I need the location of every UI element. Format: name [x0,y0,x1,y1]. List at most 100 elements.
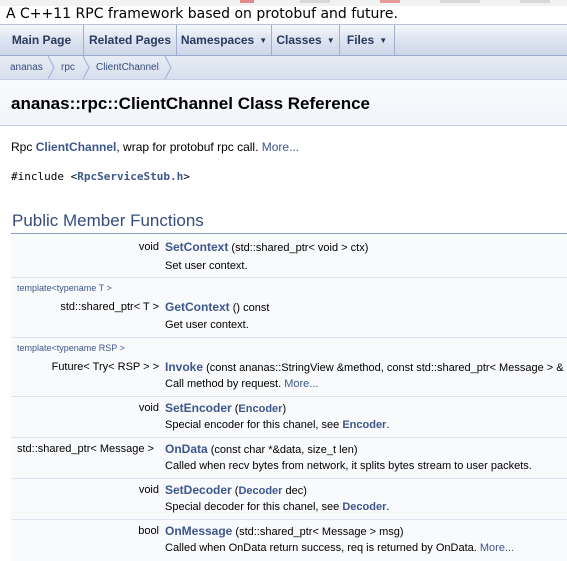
member-signature: SetEncoder (Encoder) [165,401,286,415]
return-type: void [138,241,159,253]
member-desc: Get user context. [165,319,249,331]
member-table: void SetContext (std::shared_ptr< void >… [11,234,567,561]
chevron-down-icon: ▼ [259,35,268,45]
nav-main-page[interactable]: Main Page [0,25,84,55]
member-signature: GetContext () const [165,300,269,314]
nav-label: Files [346,33,375,47]
member-row: template<typename RSP > Future< Try< RSP… [11,338,567,397]
desc-type-link[interactable]: Encoder [342,419,386,431]
desc-text: Special encoder for this chanel, see [165,419,343,431]
member-args: (const ananas::StringView &method, const… [203,362,564,374]
class-link[interactable]: ClientChannel [36,140,117,154]
return-type: bool [138,525,159,537]
include-suffix: > [183,170,190,183]
breadcrumb-item-rpc[interactable]: rpc [61,56,75,79]
class-brief: Rpc ClientChannel, wrap for protobuf rpc… [11,140,299,154]
desc-text: Get user context. [165,319,249,331]
desc-text: Called when OnData return success, req i… [165,542,480,554]
return-type: void [138,484,159,496]
desc-suffix: . [386,419,390,431]
param-type-link[interactable]: Encoder [238,403,282,415]
desc-text: Special decoder for this chanel, see [165,501,343,513]
member-row: void SetDecoder (Decoder dec) Special de… [11,479,567,520]
member-desc: Called when recv bytes from network, it … [165,460,532,472]
member-args-close: ) [282,403,287,415]
page-header: ananas::rpc::ClientChannel Class Referen… [0,80,567,126]
member-args: (std::shared_ptr< Message > msg) [232,526,404,538]
browser-tab-fragment [440,0,480,3]
member-desc: Special decoder for this chanel, see Dec… [165,501,389,513]
member-args: () const [229,302,270,314]
member-name-link[interactable]: GetContext [165,300,230,314]
member-desc: Call method by request. More... [165,378,318,390]
member-signature: OnData (const char *&data, size_t len) [165,442,357,456]
nav-label: Classes [276,33,322,47]
breadcrumb-separator-icon [164,56,172,79]
breadcrumb-item-clientchannel[interactable]: ClientChannel [96,56,159,79]
member-row: template<typename T > std::shared_ptr< T… [11,278,567,338]
member-args: (std::shared_ptr< void > ctx) [228,242,369,254]
breadcrumb: ananas rpc ClientChannel [0,56,567,80]
desc-text: Call method by request. [165,378,285,390]
more-link[interactable]: More... [262,140,299,154]
member-name-link[interactable]: Invoke [165,360,203,374]
member-args-close: dec) [282,485,307,497]
member-signature: SetDecoder (Decoder dec) [165,483,307,497]
main-navbar: Main Page Related Pages Namespaces ▼ Cla… [0,24,567,56]
member-row: bool OnMessage (std::shared_ptr< Message… [11,520,567,561]
breadcrumb-item-ananas[interactable]: ananas [10,56,43,79]
member-name-link[interactable]: OnMessage [165,524,232,538]
breadcrumb-separator-icon [82,56,90,79]
include-file-link[interactable]: RpcServiceStub.h [77,170,183,183]
return-type: void [138,402,159,414]
return-type: Future< Try< RSP > > [51,361,159,373]
member-signature: Invoke (const ananas::StringView &method… [165,360,564,374]
nav-label: Namespaces [180,33,255,47]
brief-prefix: Rpc [11,140,36,154]
desc-type-link[interactable]: Decoder [342,501,386,513]
param-type-link[interactable]: Decoder [238,485,282,497]
member-signature: SetContext (std::shared_ptr< void > ctx) [165,240,368,254]
member-row: std::shared_ptr< Message > OnData (const… [11,438,567,479]
include-prefix: #include < [11,170,78,183]
member-name-link[interactable]: OnData [165,442,208,456]
template-decl: template<typename RSP > [17,343,125,353]
member-row: void SetEncoder (Encoder) Special encode… [11,397,567,438]
nav-label: Main Page [11,33,72,47]
nav-classes[interactable]: Classes ▼ [272,25,340,55]
nav-namespaces[interactable]: Namespaces ▼ [177,25,272,55]
desc-text: Called when recv bytes from network, it … [165,460,532,472]
more-link[interactable]: More... [284,378,318,390]
breadcrumb-separator-icon [47,56,55,79]
more-link[interactable]: More... [480,542,514,554]
brief-text: , wrap for protobuf rpc call. [116,140,262,154]
member-desc: Set user context. [165,260,248,272]
browser-tab-fragment [300,0,330,3]
member-desc: Special encoder for this chanel, see Enc… [165,419,389,431]
nav-label: Related Pages [88,33,172,47]
chevron-down-icon: ▼ [379,35,388,45]
browser-tab-fragment [240,0,254,3]
browser-tab-fragment [380,0,400,3]
project-brief: A C++11 RPC framework based on protobuf … [6,6,398,22]
return-type: std::shared_ptr< T > [60,301,159,313]
breadcrumb-label: ananas [10,62,43,73]
template-decl: template<typename T > [17,283,112,293]
member-desc: Called when OnData return success, req i… [165,542,514,554]
member-name-link[interactable]: SetContext [165,240,228,254]
nav-related-pages[interactable]: Related Pages [84,25,177,55]
nav-files[interactable]: Files ▼ [340,25,395,55]
browser-tab-fragment [520,0,550,3]
return-type: std::shared_ptr< Message > [17,443,154,455]
desc-suffix: . [386,501,390,513]
desc-text: Set user context. [165,260,248,272]
include-directive: #include <RpcServiceStub.h> [11,170,190,183]
page-title: ananas::rpc::ClientChannel Class Referen… [11,94,370,113]
breadcrumb-label: ClientChannel [96,62,159,73]
chevron-down-icon: ▼ [326,35,335,45]
section-title: Public Member Functions [12,211,204,230]
member-name-link[interactable]: SetEncoder [165,401,232,415]
member-name-link[interactable]: SetDecoder [165,483,232,497]
member-row: void SetContext (std::shared_ptr< void >… [11,234,567,278]
breadcrumb-label: rpc [61,62,75,73]
